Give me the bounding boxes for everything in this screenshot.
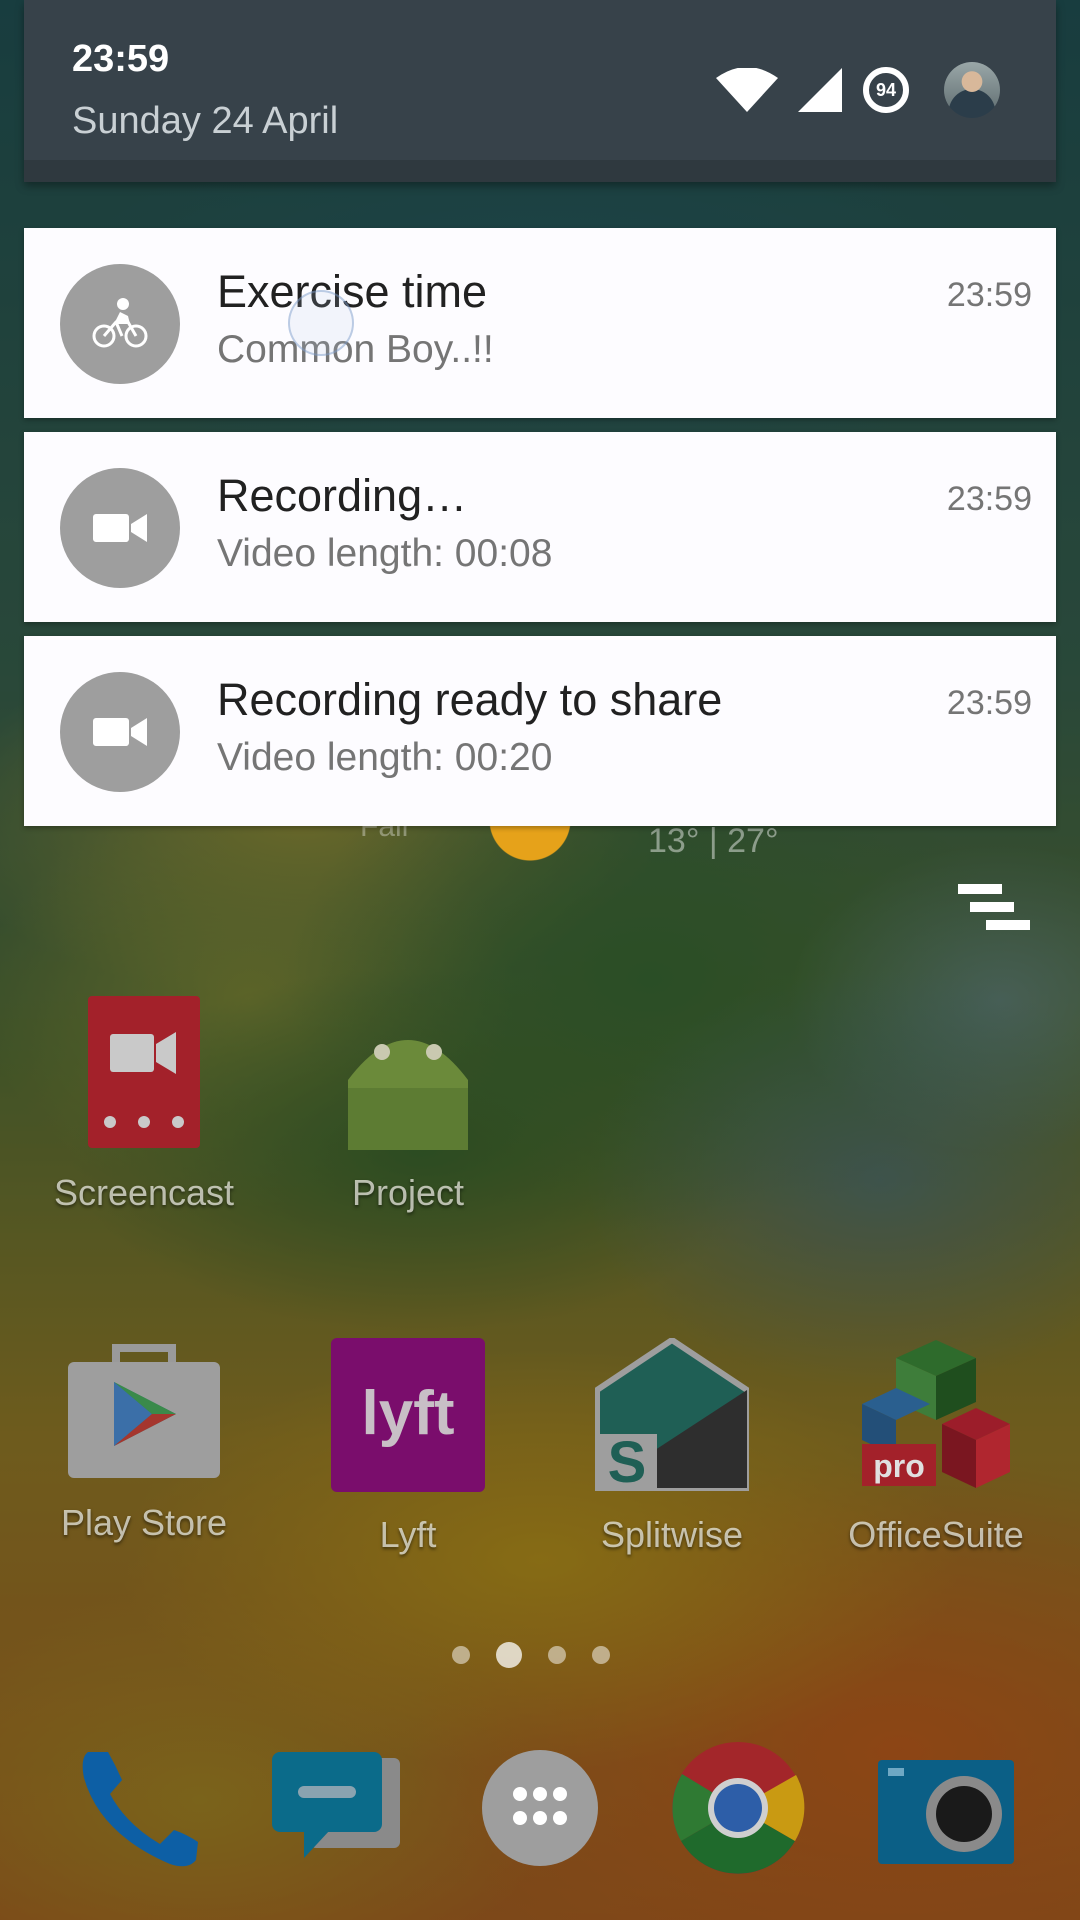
notification-text: Video length: 00:08	[217, 532, 553, 575]
notification-title: Recording ready to share	[217, 674, 723, 725]
app-officesuite[interactable]: pro OfficeSuite	[836, 1338, 1036, 1556]
screencast-icon	[88, 996, 200, 1148]
notification-text: Video length: 00:20	[217, 736, 553, 779]
app-screencast[interactable]: Screencast	[44, 994, 244, 1214]
page-dot	[548, 1646, 566, 1664]
app-label: Play Store	[60, 1502, 228, 1543]
page-indicator	[452, 1640, 610, 1670]
battery-icon: 94	[862, 66, 910, 114]
status-clock: 23:59	[72, 38, 170, 80]
lyft-icon: lyft	[331, 1338, 485, 1492]
notification-text: Common Boy..!!	[217, 328, 494, 371]
status-date[interactable]: Sunday 24 April	[72, 100, 338, 143]
page-dot	[592, 1646, 610, 1664]
notification-time: 23:59	[946, 276, 1032, 314]
video-camera-icon	[93, 718, 147, 746]
notification-time: 23:59	[946, 684, 1032, 722]
notification-icon	[60, 468, 180, 588]
chrome-icon[interactable]	[668, 1738, 808, 1878]
video-camera-icon	[93, 514, 147, 542]
notification-title: Recording…	[217, 470, 468, 521]
notification-title: Exercise time	[217, 266, 488, 317]
app-project[interactable]: Project	[308, 1010, 508, 1214]
notification-icon	[60, 264, 180, 384]
app-lyft[interactable]: lyft Lyft	[308, 1338, 508, 1556]
app-drawer-icon[interactable]	[470, 1738, 610, 1878]
page-dot	[452, 1646, 470, 1664]
notification-shade-header[interactable]: 23:59 Sunday 24 April 94	[24, 0, 1056, 182]
camera-icon[interactable]	[876, 1738, 1016, 1878]
app-label: Project	[351, 1172, 465, 1213]
officesuite-logo-text: pro	[873, 1448, 925, 1484]
app-splitwise[interactable]: S Splitwise	[572, 1338, 772, 1556]
cell-signal-icon	[798, 68, 842, 112]
app-label: Lyft	[379, 1514, 437, 1555]
notification-card[interactable]: Recording ready to share Video length: 0…	[24, 636, 1056, 826]
messages-icon[interactable]	[264, 1738, 404, 1878]
splitwise-icon: S	[595, 1338, 749, 1492]
play-store-icon	[68, 1344, 220, 1478]
app-label: Splitwise	[600, 1514, 744, 1555]
touch-ripple	[288, 290, 354, 356]
weather-sun-icon	[470, 820, 590, 880]
page-dot-active	[496, 1642, 522, 1668]
phone-icon[interactable]	[70, 1738, 210, 1878]
app-play-store[interactable]: Play Store	[44, 1340, 244, 1544]
app-label: OfficeSuite	[848, 1514, 1024, 1555]
status-icons: 94	[716, 62, 1000, 118]
splitwise-logo-text: S	[608, 1430, 647, 1492]
officesuite-icon: pro	[862, 1340, 1010, 1488]
wifi-icon	[716, 68, 778, 112]
clear-all-icon[interactable]	[958, 884, 1030, 938]
battery-level: 94	[875, 80, 897, 100]
app-label: Screencast	[53, 1172, 235, 1213]
android-icon	[348, 1040, 468, 1150]
notification-time: 23:59	[946, 480, 1032, 518]
notification-card[interactable]: Exercise time Common Boy..!! 23:59	[24, 228, 1056, 418]
lyft-logo-text: lyft	[362, 1379, 455, 1448]
notification-card[interactable]: Recording… Video length: 00:08 23:59	[24, 432, 1056, 622]
bicycle-icon	[92, 298, 148, 348]
weather-temperature: 13° | 27°	[648, 822, 779, 860]
avatar[interactable]	[944, 62, 1000, 118]
notification-icon	[60, 672, 180, 792]
